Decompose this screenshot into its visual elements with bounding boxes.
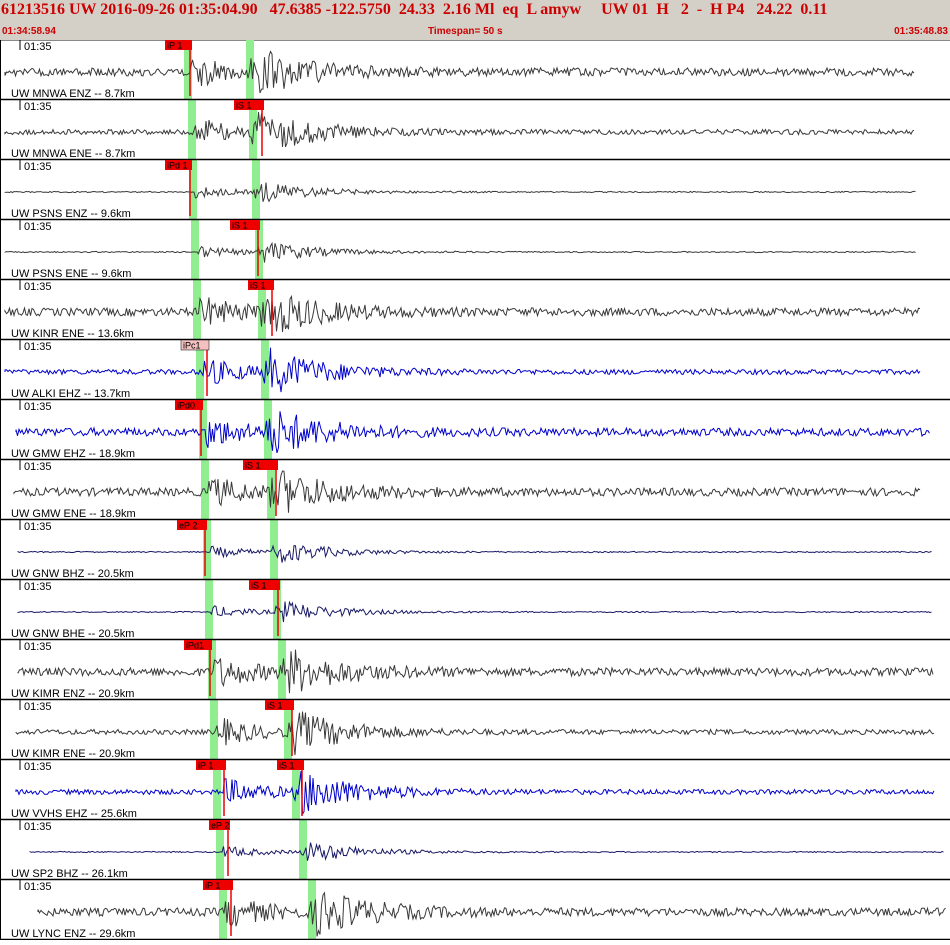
waveform-trace: [17, 544, 932, 563]
station-label: UW ALKI EHZ -- 13.7km: [11, 388, 130, 400]
pick-label: iPc1: [183, 341, 201, 351]
time-tick-label: 01:35: [24, 701, 52, 713]
waveform-trace: [4, 111, 915, 148]
trace-panel[interactable]: 01:35 iPd1 UW KIMR ENZ -- 20.9km: [0, 640, 950, 701]
pick-label: eP 2: [211, 821, 229, 831]
seismogram-panel-area[interactable]: 01:35 iP 1 UW MNWA ENZ -- 8.7km 01:35 iS 1 UW…: [0, 40, 950, 941]
station-label: UW MNWA ENZ -- 8.7km: [11, 88, 135, 100]
trace-panel[interactable]: 01:35 eP 2 UW GNW BHZ -- 20.5km: [0, 520, 950, 581]
timespan-label: Timespan= 50 s: [428, 26, 503, 37]
station-label: UW KINR ENE -- 13.6km: [11, 328, 134, 340]
waveform-trace: [4, 294, 921, 333]
trace-panel[interactable]: 01:35 iPc1 UW ALKI EHZ -- 13.7km: [0, 339, 950, 401]
station-label: UW LYNC ENZ -- 29.6km: [11, 928, 135, 940]
time-tick-label: 01:35: [24, 821, 52, 833]
station-label: UW PSNS ENE -- 9.6km: [11, 268, 131, 280]
station-label: UW SP2 BHZ -- 26.1km: [11, 868, 128, 880]
waveform-trace: [15, 711, 935, 756]
station-label: UW MNWA ENE -- 8.7km: [11, 148, 135, 160]
station-label: UW KIMR ENE -- 20.9km: [11, 748, 135, 760]
time-tick-label: 01:35: [24, 461, 52, 473]
waveform-trace: [17, 600, 932, 623]
waveform-trace: [15, 770, 935, 816]
pick-label: iPd1: [186, 641, 204, 651]
trace-panel[interactable]: 01:35 iPd 1 UW PSNS ENZ -- 9.6km: [0, 160, 950, 221]
seismogram-canvas[interactable]: 01:35 iP 1UW MNWA ENZ -- 8.7km01:35 iS 1UW…: [0, 40, 950, 941]
end-time: 01:35:48.83: [894, 26, 948, 37]
event-title: 61213516 UW 2016-09-26 01:35:04.90 47.63…: [1, 1, 828, 18]
pick-label: iS 1: [245, 461, 261, 471]
event-header: 61213516 UW 2016-09-26 01:35:04.90 47.63…: [0, 0, 950, 26]
start-time: 01:34:58.94: [2, 26, 56, 37]
time-tick-label: 01:35: [24, 641, 52, 653]
waveform-trace: [29, 842, 944, 861]
pick-label: iP 1: [167, 41, 182, 51]
trace-panel[interactable]: 01:35 iP 1 UW LYNC ENZ -- 29.6km: [0, 880, 950, 941]
trace-panel[interactable]: 01:35 iP 1 UW MNWA ENZ -- 8.7km: [0, 40, 950, 101]
waveform-trace: [4, 50, 915, 94]
station-label: UW GMW ENE -- 18.9km: [11, 508, 136, 520]
pick-label: iS 1: [251, 581, 267, 591]
time-tick-label: 01:35: [24, 341, 52, 353]
time-tick-label: 01:35: [24, 881, 52, 893]
waveform-trace: [4, 182, 916, 203]
station-label: UW GNW BHE -- 20.5km: [11, 628, 134, 640]
time-tick-label: 01:35: [24, 401, 52, 413]
waveform-trace: [4, 241, 916, 263]
trace-panel[interactable]: 01:35 iS 1 UW GMW ENE -- 18.9km: [0, 460, 950, 521]
time-tick-label: 01:35: [24, 581, 52, 593]
waveform-trace: [17, 649, 934, 694]
time-tick-label: 01:35: [24, 41, 52, 53]
waveform-trace: [15, 411, 930, 454]
waveform-trace: [13, 470, 921, 513]
time-tick-label: 01:35: [24, 221, 52, 233]
trace-panel[interactable]: 01:35 iS 1 UW GNW BHE -- 20.5km: [0, 580, 950, 641]
trace-panel[interactable]: 01:35 iS 1 UW MNWA ENE -- 8.7km: [0, 100, 950, 161]
trace-panel[interactable]: 01:35 eP 2 UW SP2 BHZ -- 26.1km: [0, 820, 950, 881]
pick-label: iS 1: [232, 221, 248, 231]
time-tick-label: 01:35: [24, 281, 52, 293]
trace-panel[interactable]: 01:35 iS 1 UW PSNS ENE -- 9.6km: [0, 220, 950, 281]
station-label: UW GNW BHZ -- 20.5km: [11, 568, 134, 580]
pick-label: iP 1: [205, 881, 220, 891]
pick-label: iP 1: [198, 761, 213, 771]
pick-label: iS 1: [236, 101, 252, 111]
pick-label: iS 1: [267, 701, 283, 711]
waveform-trace: [4, 347, 921, 393]
trace-panel[interactable]: 01:35 iS 1 UW KIMR ENE -- 20.9km: [0, 700, 950, 761]
time-tick-label: 01:35: [24, 161, 52, 173]
trace-panel[interactable]: 01:35 iP 1 iS 1 UW VVHS EHZ -- 25.6km: [0, 760, 950, 821]
time-bar: 01:34:58.94 Timespan= 50 s 01:35:48.83: [0, 26, 950, 41]
pick-label: eP 2: [179, 521, 197, 531]
station-label: UW GMW EHZ -- 18.9km: [11, 448, 135, 460]
pick-label: iPd0: [177, 401, 195, 411]
pick-label: iS 1: [250, 281, 266, 291]
station-label: UW PSNS ENZ -- 9.6km: [11, 208, 131, 220]
trace-panel[interactable]: 01:35 iS 1 UW KINR ENE -- 13.6km: [0, 280, 950, 341]
pick-label: iPd 1: [167, 161, 188, 171]
time-tick-label: 01:35: [24, 101, 52, 113]
pick-label: iS 1: [279, 761, 295, 771]
time-tick-label: 01:35: [24, 521, 52, 533]
station-label: UW KIMR ENZ -- 20.9km: [11, 688, 134, 700]
trace-panel[interactable]: 01:35 iPd0 UW GMW EHZ -- 18.9km: [0, 400, 950, 461]
station-label: UW VVHS EHZ -- 25.6km: [11, 808, 137, 820]
time-tick-label: 01:35: [24, 761, 52, 773]
waveform-trace: [37, 891, 946, 937]
